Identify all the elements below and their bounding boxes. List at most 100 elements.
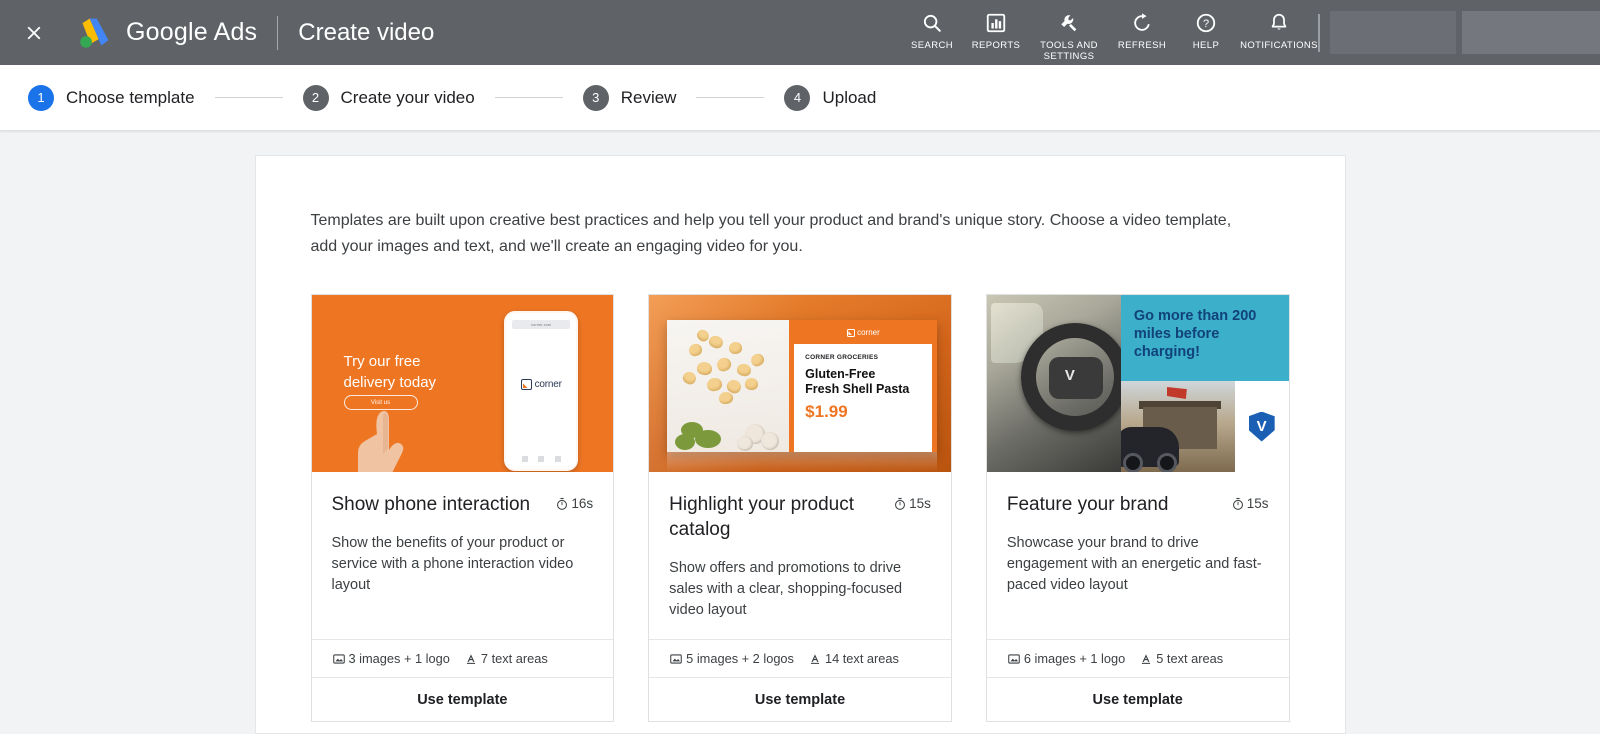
use-template-button[interactable]: Use template bbox=[986, 677, 1289, 721]
step-label-2: Create your video bbox=[340, 87, 475, 107]
notifications-button[interactable]: NOTIFICATIONS bbox=[1238, 0, 1320, 51]
card-meta-row: 3 images + 1 logo 7 text areas bbox=[311, 639, 614, 677]
page-title: Create video bbox=[298, 18, 435, 46]
image-icon bbox=[1008, 653, 1020, 664]
headline-panel: Go more than 200 miles before charging! bbox=[1120, 295, 1289, 381]
meta-images: 5 images + 2 logos bbox=[669, 651, 794, 666]
google-ads-brand[interactable]: Google Ads bbox=[74, 16, 257, 50]
notifications-label: NOTIFICATIONS bbox=[1240, 40, 1318, 51]
template-thumbnail-feature-brand: V Go more than 200 miles before charging! … bbox=[986, 295, 1289, 472]
card-duration: 15s bbox=[893, 492, 931, 511]
step-connector bbox=[696, 97, 765, 98]
close-button[interactable] bbox=[20, 19, 48, 47]
thumb-headline: Try our free delivery today bbox=[343, 353, 437, 391]
account-divider bbox=[1318, 14, 1320, 52]
meta-text-areas: 7 text areas bbox=[464, 651, 548, 666]
thumb-reflection bbox=[667, 452, 938, 472]
phone-url-bar: corner.com bbox=[512, 320, 571, 329]
account-info-redacted[interactable] bbox=[1330, 11, 1600, 54]
brand-divider bbox=[277, 15, 279, 50]
step-create-your-video[interactable]: 2 Create your video bbox=[302, 84, 475, 111]
step-number-1: 1 bbox=[28, 84, 54, 111]
product-eyebrow: CORNER GROCERIES bbox=[805, 354, 879, 361]
content-area: Templates are built upon creative best p… bbox=[0, 131, 1600, 734]
step-connector bbox=[214, 97, 283, 98]
timer-icon bbox=[557, 497, 568, 510]
meta-text-areas: 14 text areas bbox=[808, 651, 899, 666]
template-card[interactable]: V Go more than 200 miles before charging! … bbox=[985, 294, 1290, 722]
use-template-button[interactable]: Use template bbox=[649, 677, 951, 721]
card-description: Showcase your brand to drive engagement … bbox=[1006, 535, 1262, 593]
search-button[interactable]: SEARCH bbox=[900, 0, 964, 51]
reports-label: REPORTS bbox=[971, 40, 1021, 51]
card-header: Show phone interaction 16s bbox=[332, 492, 594, 517]
progress-stepper: 1 Choose template 2 Create your video 3 … bbox=[0, 65, 1600, 131]
car-interior-photo: V bbox=[986, 295, 1121, 472]
car-brand-emblem: V bbox=[1064, 367, 1075, 384]
reports-bar-chart-icon bbox=[985, 11, 1007, 35]
timer-icon bbox=[895, 497, 906, 510]
help-question-icon: ? bbox=[1195, 11, 1217, 35]
card-description: Show offers and promotions to drive sale… bbox=[669, 560, 903, 618]
brand-logo-panel: V bbox=[1234, 381, 1289, 472]
product-card-visual: corner CORNER GROCERIES Gluten-Free Fresh… bbox=[667, 320, 938, 452]
google-ads-logo-icon bbox=[80, 18, 109, 48]
step-review[interactable]: 3 Review bbox=[582, 84, 677, 111]
template-card[interactable]: corner CORNER GROCERIES Gluten-Free Fresh… bbox=[648, 294, 952, 722]
step-connector bbox=[494, 97, 563, 98]
text-format-icon bbox=[466, 653, 475, 664]
corner-logo-mark-icon bbox=[846, 328, 855, 337]
top-app-bar: Google Ads Create video SEARCH REPORTS T… bbox=[0, 0, 1600, 65]
help-label: HELP bbox=[1192, 40, 1220, 51]
use-template-button[interactable]: Use template bbox=[311, 677, 614, 721]
corner-logo-word: corner bbox=[534, 379, 562, 390]
template-panel: Templates are built upon creative best p… bbox=[254, 155, 1346, 734]
help-button[interactable]: ? HELP bbox=[1174, 0, 1238, 51]
template-card-list: Try our free delivery today Visit us corn… bbox=[310, 294, 1290, 722]
card-header: Feature your brand 15s bbox=[1007, 492, 1269, 517]
image-icon bbox=[332, 653, 345, 664]
corner-logo-mark-icon bbox=[520, 379, 532, 390]
flag-icon bbox=[1166, 387, 1187, 399]
step-upload[interactable]: 4 Upload bbox=[784, 84, 876, 111]
phone-mockup: corner.com corner bbox=[504, 311, 579, 471]
phone-nav-back-icon bbox=[521, 456, 528, 462]
search-label: SEARCH bbox=[911, 40, 953, 51]
step-label-3: Review bbox=[620, 87, 677, 107]
pasta-photo bbox=[667, 320, 790, 452]
card-body: Feature your brand 15s Showcase your bra… bbox=[987, 472, 1289, 621]
text-format-icon bbox=[1142, 653, 1151, 664]
thumb-headline: Go more than 200 miles before charging! bbox=[1133, 308, 1257, 360]
meta-images-text: 5 images + 2 logos bbox=[686, 651, 794, 666]
meta-text-areas-text: 5 text areas bbox=[1156, 651, 1224, 666]
product-card-right: corner CORNER GROCERIES Gluten-Free Fresh… bbox=[789, 320, 938, 452]
reports-button[interactable]: REPORTS bbox=[964, 0, 1028, 51]
meta-text-areas: 5 text areas bbox=[1139, 651, 1223, 666]
meta-images: 3 images + 1 logo bbox=[332, 651, 450, 666]
search-icon bbox=[921, 11, 943, 35]
tools-and-settings-button[interactable]: TOOLS AND SETTINGS bbox=[1028, 0, 1110, 62]
card-title: Highlight your product catalog bbox=[669, 494, 854, 540]
step-choose-template[interactable]: 1 Choose template bbox=[28, 84, 195, 111]
step-number-2: 2 bbox=[302, 84, 329, 111]
refresh-button[interactable]: REFRESH bbox=[1110, 0, 1174, 51]
brand-text: Google Ads bbox=[126, 18, 258, 46]
card-duration-text: 16s bbox=[571, 496, 594, 511]
card-body: Highlight your product catalog 15s Show … bbox=[649, 472, 951, 621]
card-duration: 15s bbox=[1231, 492, 1269, 511]
timer-icon bbox=[1232, 497, 1243, 510]
steering-wheel-hub bbox=[1048, 357, 1103, 399]
storefront-photo bbox=[1120, 381, 1235, 472]
card-description: Show the benefits of your product or ser… bbox=[331, 535, 574, 593]
product-info-block: CORNER GROCERIES Gluten-Free Fresh Shell … bbox=[794, 344, 933, 452]
step-number-4: 4 bbox=[784, 84, 811, 111]
template-card[interactable]: Try our free delivery today Visit us corn… bbox=[310, 294, 615, 722]
wrench-tools-icon bbox=[1058, 11, 1080, 35]
phone-url-text: corner.com bbox=[531, 322, 552, 327]
account-block bbox=[1462, 11, 1600, 54]
phone-nav-home-icon bbox=[538, 456, 545, 462]
text-format-icon bbox=[810, 653, 820, 664]
step-label-1: Choose template bbox=[66, 87, 195, 107]
product-name: Gluten-Free Fresh Shell Pasta bbox=[805, 367, 910, 396]
refresh-label: REFRESH bbox=[1117, 40, 1167, 51]
